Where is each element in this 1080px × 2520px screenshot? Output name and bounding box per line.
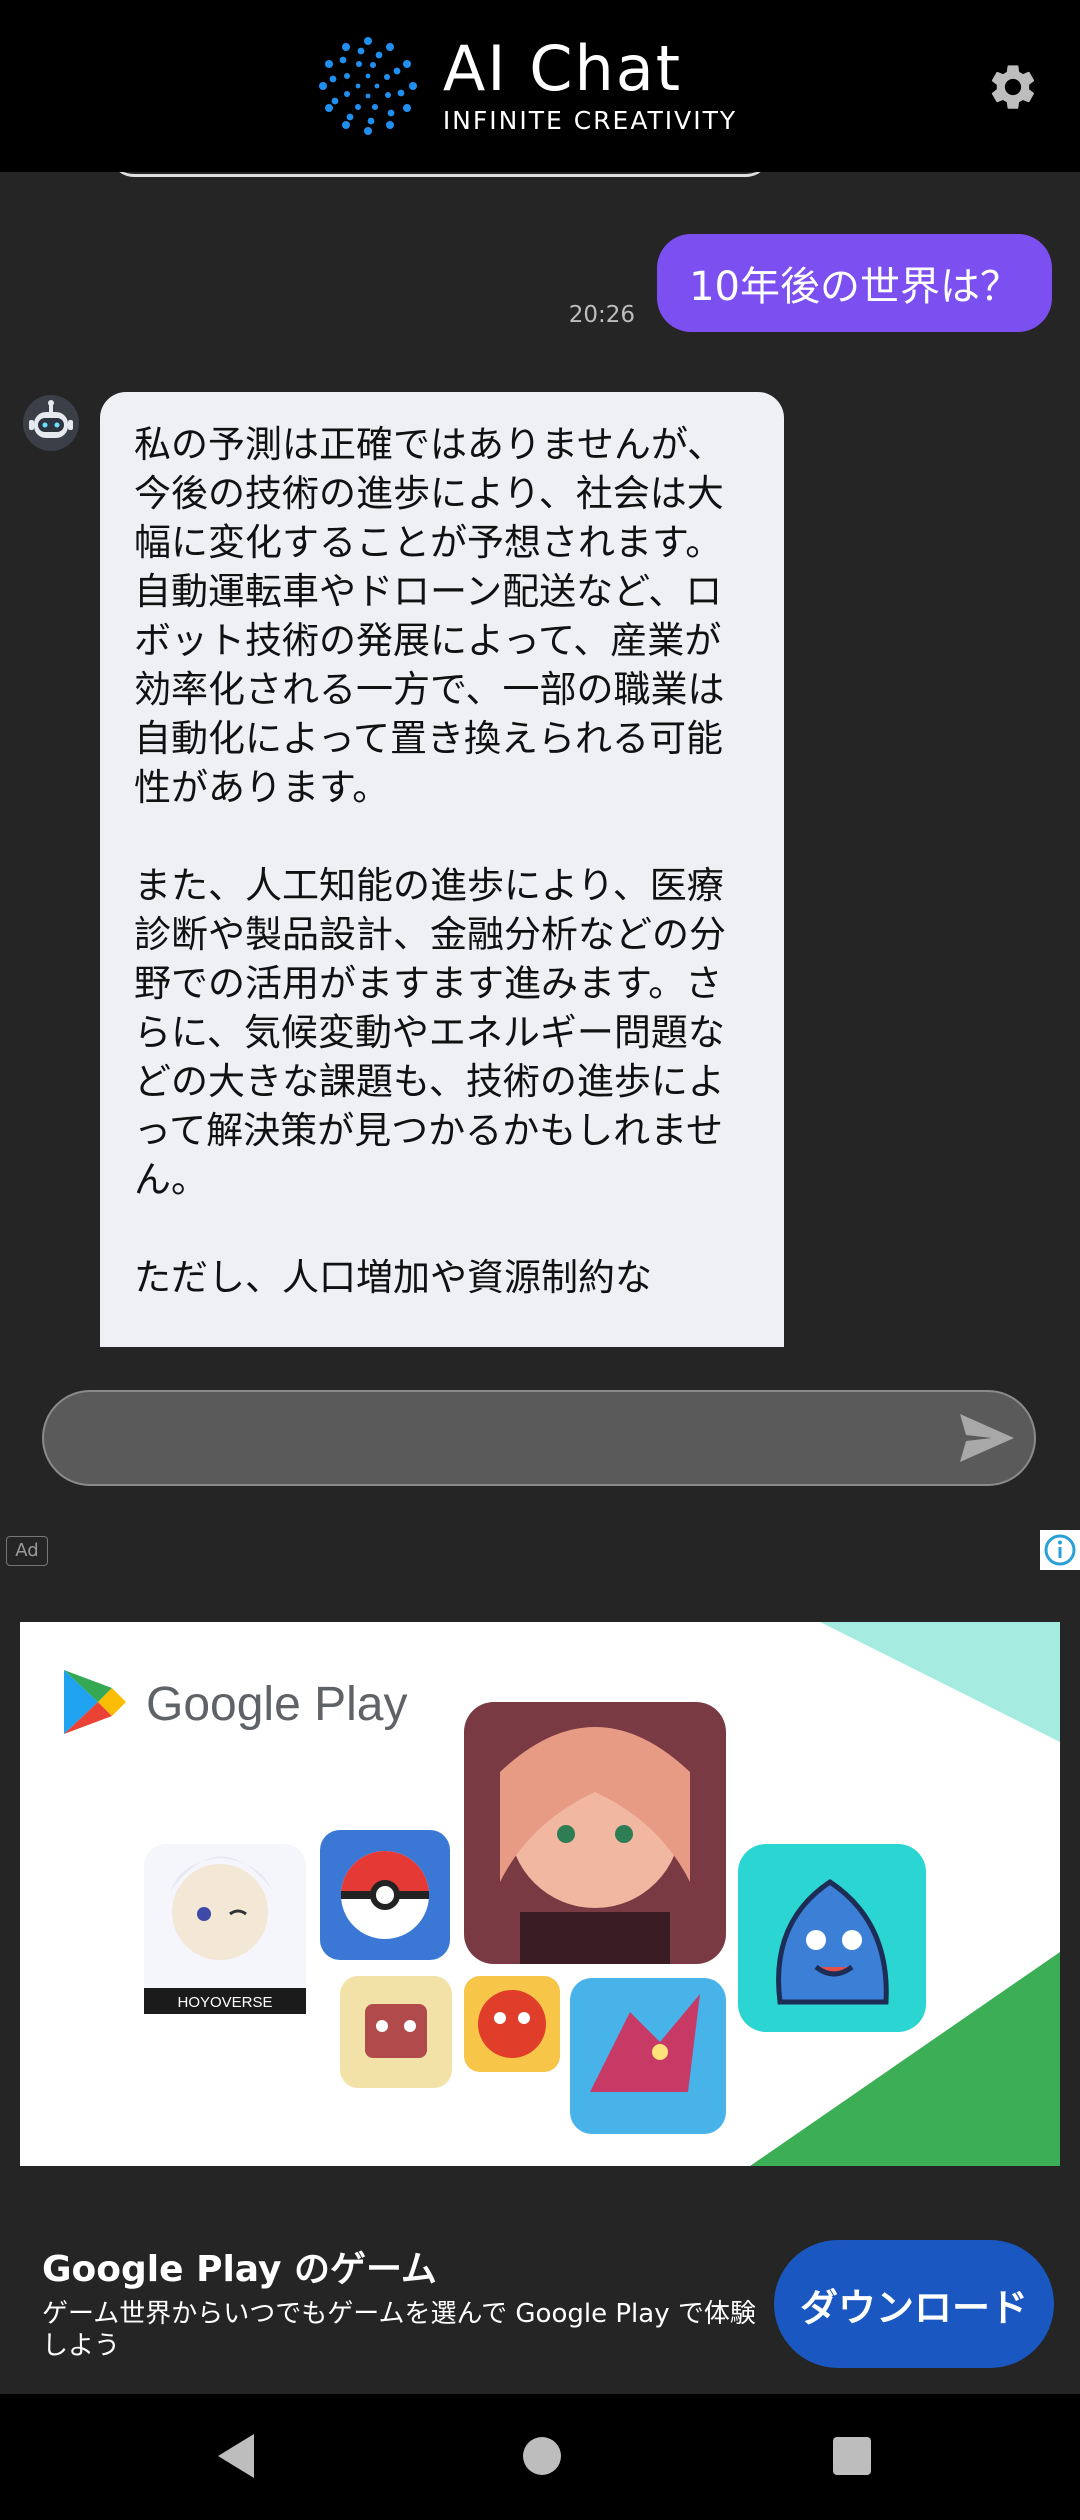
download-button[interactable]: ダウンロード (774, 2240, 1054, 2368)
bot-message-paragraph: ただし、人口増加や資源制約な (134, 1256, 652, 1299)
bot-message-paragraph: また、人工知能の進歩により、医療診断や製品設計、金融分析などの分野での活用がます… (134, 864, 726, 1201)
game-icon-robot (340, 1976, 452, 2088)
ad-banner-badge: HOYOVERSE (177, 1994, 272, 2011)
bot-message-paragraph: 私の予測は正確ではありませんが、今後の技術の進歩により、社会は大幅に変化すること… (134, 423, 725, 809)
bot-message-bubble[interactable]: 私の予測は正確ではありませんが、今後の技術の進歩により、社会は大幅に変化すること… (100, 392, 784, 1347)
back-triangle-icon[interactable] (214, 2430, 258, 2482)
app-subtitle: INFINITE CREATIVITY (442, 105, 738, 135)
app-header: AI Chat INFINITE CREATIVITY (0, 0, 1080, 172)
send-icon[interactable] (958, 1412, 1016, 1464)
dots-swirl-logo-icon (318, 37, 417, 135)
ad-banner-image[interactable]: Google Play HOYOVERSE (20, 1622, 1060, 2166)
message-input[interactable] (42, 1390, 1036, 1486)
app-title: AI Chat (442, 31, 683, 105)
game-icon-monster (464, 1976, 560, 2072)
game-icon-dragon (570, 1978, 726, 2134)
system-navigation-bar (0, 2394, 1080, 2520)
ad-description: ゲーム世界からいつでもゲームを選んで Google Play で体験しよう (42, 2299, 756, 2361)
app-logo: AI Chat INFINITE CREATIVITY (313, 31, 737, 141)
game-icon-slime (738, 1844, 926, 2032)
brand-text: AI Chat INFINITE CREATIVITY (442, 31, 738, 135)
game-icon-pokeball (320, 1830, 450, 1960)
message-timestamp: 20:26 (568, 302, 635, 328)
game-icon-character: HOYOVERSE (144, 1844, 306, 2014)
ad-title[interactable]: Google Play のゲーム (42, 2240, 437, 2292)
home-circle-icon[interactable] (520, 2430, 564, 2482)
robot-icon (23, 395, 79, 451)
google-play-logo-icon (64, 1670, 126, 1734)
google-play-games-collage: Google Play HOYOVERSE (20, 1622, 1060, 2166)
info-icon[interactable] (1040, 1530, 1080, 1570)
user-message-bubble[interactable]: 10年後の世界は？ (657, 234, 1052, 332)
previous-message-bubble-edge (110, 172, 770, 177)
ad-banner-brand: Google Play (146, 1678, 408, 1731)
game-icon-anime-girl (464, 1702, 726, 1964)
ad-label: Ad (6, 1536, 48, 1566)
chat-message-list[interactable]: 20:26 10年後の世界は？ 私の予測は正確ではありませんが、今後の技術の進歩… (0, 172, 1080, 1347)
recents-square-icon[interactable] (830, 2430, 874, 2482)
gear-icon[interactable] (986, 60, 1040, 114)
